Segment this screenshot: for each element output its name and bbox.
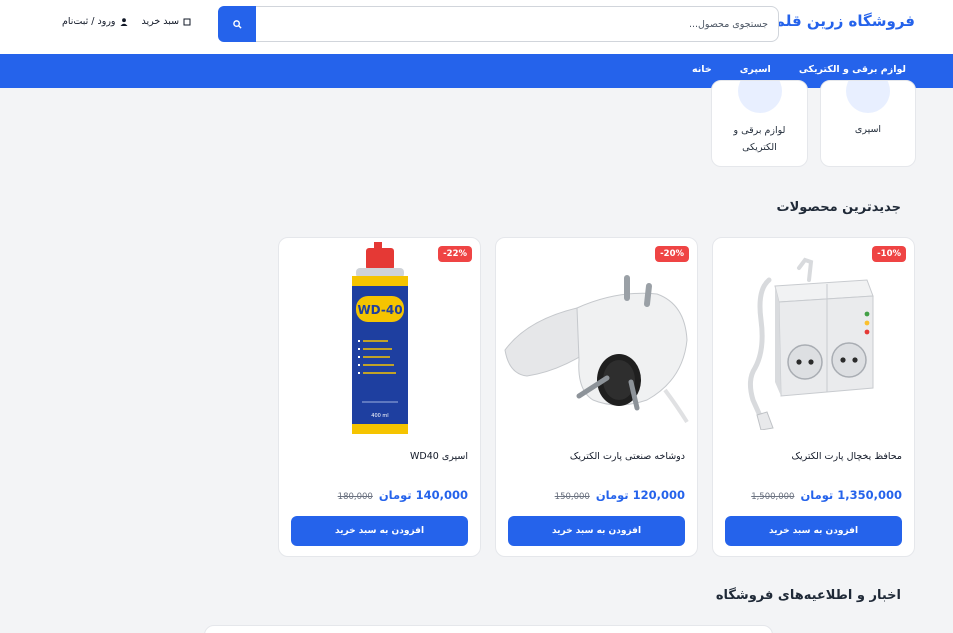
old-price: 1,500,000: [751, 492, 795, 502]
spray-can-image: WD-40 400 ml: [351, 242, 408, 434]
old-price: 150,000: [554, 492, 590, 502]
discount-badge: -20%: [655, 246, 689, 262]
brand-logo[interactable]: فروشگاه زرین قلم: [774, 12, 915, 30]
power-strip-image: [747, 257, 874, 430]
add-to-cart-button[interactable]: افزودن به سبد خرید: [291, 516, 468, 546]
product-card[interactable]: -10% محافظ یخچال پارت الکتریک 1,350,000 …: [712, 237, 915, 557]
product-image[interactable]: WD-40 400 ml: [280, 242, 479, 438]
price-row: 140,000 تومان 180,000: [338, 488, 468, 502]
search-button[interactable]: [218, 6, 256, 42]
cart-link[interactable]: سبد خرید: [142, 16, 192, 27]
category-label: اسپری: [854, 124, 882, 135]
login-label: ورود / ثبت‌نام: [62, 16, 116, 27]
category-label: لوازم برقی و الکتریکی: [733, 125, 786, 153]
add-to-cart-button[interactable]: افزودن به سبد خرید: [725, 516, 902, 546]
cart-label: سبد خرید: [141, 16, 180, 27]
search-input[interactable]: [255, 6, 779, 42]
wd40-size: 400 ml: [371, 413, 388, 419]
category-card-electrical[interactable]: لوازم برقی و الکتریکی: [711, 80, 808, 167]
user-icon: [120, 17, 127, 26]
nav-item-electrical[interactable]: لوازم برقی و الکتریکی: [799, 64, 906, 75]
section-title-newest: جدیدترین محصولات: [776, 200, 901, 215]
old-price: 180,000: [337, 492, 373, 502]
category-icon: [846, 81, 890, 113]
product-image[interactable]: [714, 242, 913, 438]
price-row: 120,000 تومان 150,000: [555, 488, 685, 502]
price-row: 1,350,000 تومان 1,500,000: [751, 488, 902, 502]
login-link[interactable]: ورود / ثبت‌نام: [62, 16, 128, 27]
product-name[interactable]: محافظ یخچال پارت الکتریک: [791, 451, 902, 462]
nav-item-home[interactable]: خانه: [692, 64, 712, 75]
category-card-spray[interactable]: اسپری: [820, 80, 916, 167]
add-to-cart-button[interactable]: افزودن به سبد خرید: [508, 516, 685, 546]
product-name[interactable]: دوشاخه صنعتی پارت الکتریک: [570, 451, 685, 462]
product-name[interactable]: اسپری WD40: [410, 451, 468, 462]
search-icon: [232, 19, 242, 29]
new-price: 140,000 تومان: [378, 488, 468, 502]
new-price: 1,350,000 تومان: [800, 488, 902, 502]
wd40-logo: WD-40: [357, 303, 402, 317]
search-bar: [218, 6, 779, 42]
news-card[interactable]: [204, 625, 773, 633]
site-header: فروشگاه زرین قلم ورود / ثبت‌نام سبد خرید: [0, 0, 953, 54]
cart-icon: [183, 18, 191, 25]
product-image[interactable]: [497, 242, 696, 438]
plug-image: [504, 275, 689, 424]
main-nav: خانه اسپری لوازم برقی و الکتریکی: [0, 54, 953, 88]
category-icon: [737, 81, 782, 113]
user-links: ورود / ثبت‌نام سبد خرید: [62, 16, 191, 27]
discount-badge: -10%: [872, 246, 906, 262]
section-title-news: اخبار و اطلاعیه‌های فروشگاه: [715, 588, 901, 603]
new-price: 120,000 تومان: [595, 488, 685, 502]
nav-item-spray[interactable]: اسپری: [740, 64, 771, 75]
product-card[interactable]: WD-40 400 ml -22% اسپری WD40 140,000 توم…: [278, 237, 481, 557]
product-card[interactable]: -20% دوشاخه صنعتی پارت الکتریک 120,000 ت…: [495, 237, 698, 557]
discount-badge: -22%: [438, 246, 472, 262]
nav-list: خانه اسپری لوازم برقی و الکتریکی: [692, 64, 906, 75]
